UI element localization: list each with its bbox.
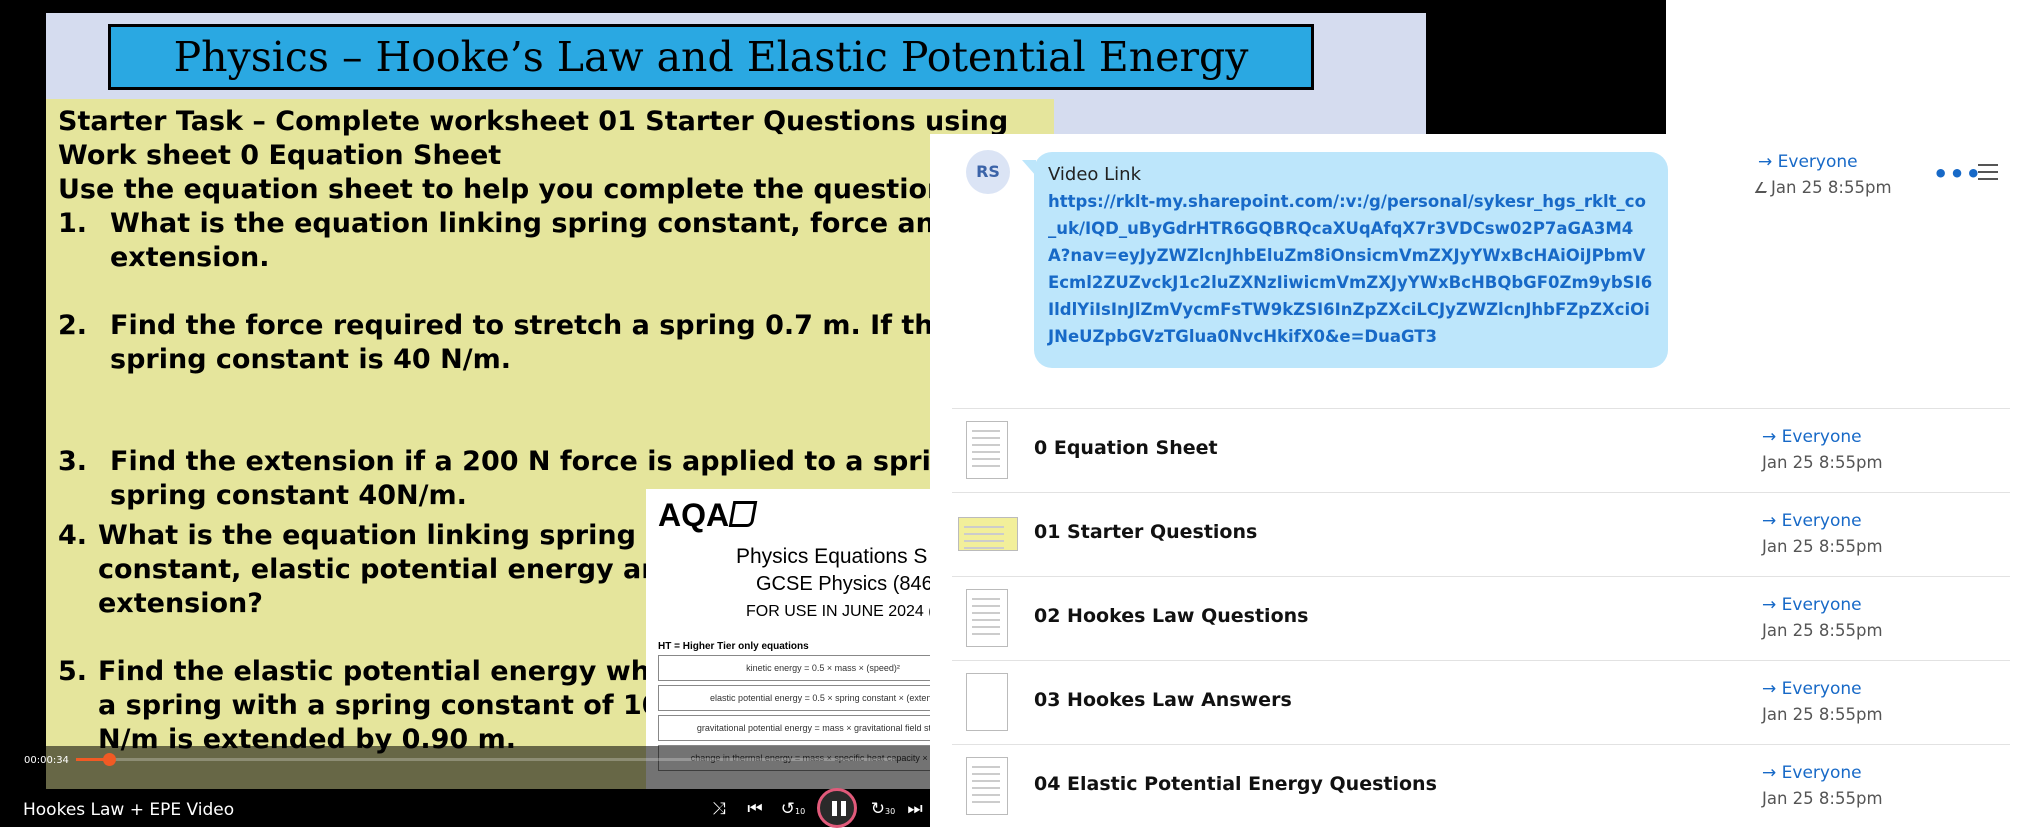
slide-line: 2. Find the force required to stretch a s… [58, 310, 952, 341]
file-thumbnail[interactable] [958, 517, 1018, 551]
shuffle-icon[interactable]: ⤨ [706, 798, 732, 820]
video-link[interactable]: https://rklt-my.sharepoint.com/:v:/g/per… [1048, 188, 1654, 350]
slide-line: Work sheet 0 Equation Sheet [58, 140, 502, 171]
slide-line: a spring with a spring constant of 10 [98, 690, 661, 721]
slide-line: Starter Task – Complete worksheet 01 Sta… [58, 106, 1009, 137]
equation-sheet-date: FOR USE IN JUNE 2024 ( [746, 603, 934, 620]
material-item[interactable]: 0 Equation Sheet → Everyone Jan 25 8:55pm [952, 408, 2010, 493]
material-timestamp: Jan 25 8:55pm [1762, 537, 1883, 556]
slide-line: 5. Find the elastic potential energy when [58, 656, 688, 687]
file-thumbnail[interactable] [966, 421, 1008, 479]
slide-line: Use the equation sheet to help you compl… [58, 174, 1019, 205]
material-timestamp: Jan 25 8:55pm [1762, 621, 1883, 640]
material-timestamp: Jan 25 8:55pm [1762, 453, 1883, 472]
material-audience[interactable]: → Everyone [1762, 595, 1862, 615]
material-title[interactable]: 02 Hookes Law Questions [1034, 605, 1308, 627]
post-title: Video Link [1048, 164, 1142, 185]
slide-title: Physics – Hooke’s Law and Elastic Potent… [108, 24, 1314, 90]
menu-icon[interactable] [1978, 164, 1998, 180]
current-time: 00:00:34 [24, 755, 69, 766]
pause-button[interactable] [817, 788, 857, 828]
material-timestamp: Jan 25 8:55pm [1762, 789, 1883, 808]
material-title[interactable]: 03 Hookes Law Answers [1034, 689, 1292, 711]
material-title[interactable]: 04 Elastic Potential Energy Questions [1034, 773, 1437, 795]
post-timestamp: Jan 25 8:55pm [1754, 178, 1892, 197]
next-icon[interactable]: ⏭ [904, 798, 926, 820]
material-title[interactable]: 0 Equation Sheet [1034, 437, 1218, 459]
rewind-10-icon[interactable]: ↺10 [780, 798, 806, 823]
material-audience[interactable]: → Everyone [1762, 427, 1862, 447]
aqa-logo: AQA [658, 497, 758, 534]
slide-line: spring constant is 40 N/m. [110, 344, 511, 375]
file-thumbnail[interactable] [966, 757, 1008, 815]
material-item[interactable]: 03 Hookes Law Answers → Everyone Jan 25 8:… [952, 660, 2010, 745]
equation-sheet-subheading: GCSE Physics (846 [756, 573, 933, 595]
equation-sheet-heading: Physics Equations S [736, 545, 928, 568]
material-audience[interactable]: → Everyone [1762, 763, 1862, 783]
slide-line: 1. What is the equation linking spring co… [58, 208, 955, 239]
video-title: Hookes Law + EPE Video [23, 800, 235, 820]
slide-line: 4. What is the equation linking spring [58, 520, 636, 551]
previous-icon[interactable]: ⏮ [742, 798, 768, 820]
post-audience[interactable]: → Everyone [1758, 152, 1858, 172]
material-title[interactable]: 01 Starter Questions [1034, 521, 1257, 543]
avatar: RS [966, 150, 1010, 194]
slide-line: extension. [110, 242, 270, 273]
edited-icon [1754, 182, 1773, 193]
material-timestamp: Jan 25 8:55pm [1762, 705, 1883, 724]
slide-line: constant, elastic potential energy and [98, 554, 680, 585]
more-options-icon[interactable]: ••• [1933, 160, 1982, 188]
progress-bar[interactable] [76, 753, 896, 766]
slide-line: spring constant 40N/m. [110, 480, 467, 511]
slide-line: 3. Find the extension if a 200 N force is… [58, 446, 970, 477]
material-item[interactable]: 04 Elastic Potential Energy Questions → E… [952, 744, 2010, 829]
material-audience[interactable]: → Everyone [1762, 679, 1862, 699]
equation-sheet-ht-note: HT = Higher Tier only equations [658, 641, 809, 652]
file-thumbnail[interactable] [966, 589, 1008, 647]
stream-panel: RS Video Link https://rklt-my.sharepoint… [930, 134, 2022, 827]
material-item[interactable]: 01 Starter Questions → Everyone Jan 25 8:5… [952, 492, 2010, 577]
material-audience[interactable]: → Everyone [1762, 511, 1862, 531]
material-item[interactable]: 02 Hookes Law Questions → Everyone Jan 25 … [952, 576, 2010, 661]
slide-line: extension? [98, 588, 263, 619]
video-link-post: Video Link https://rklt-my.sharepoint.co… [1034, 152, 1668, 368]
file-thumbnail[interactable] [966, 673, 1008, 731]
player-controls: 00:00:34 Hookes Law + EPE Video ⤨ ⏮ ↺10 … [0, 746, 930, 828]
forward-30-icon[interactable]: ↻30 [870, 798, 896, 823]
progress-handle[interactable] [102, 753, 116, 766]
